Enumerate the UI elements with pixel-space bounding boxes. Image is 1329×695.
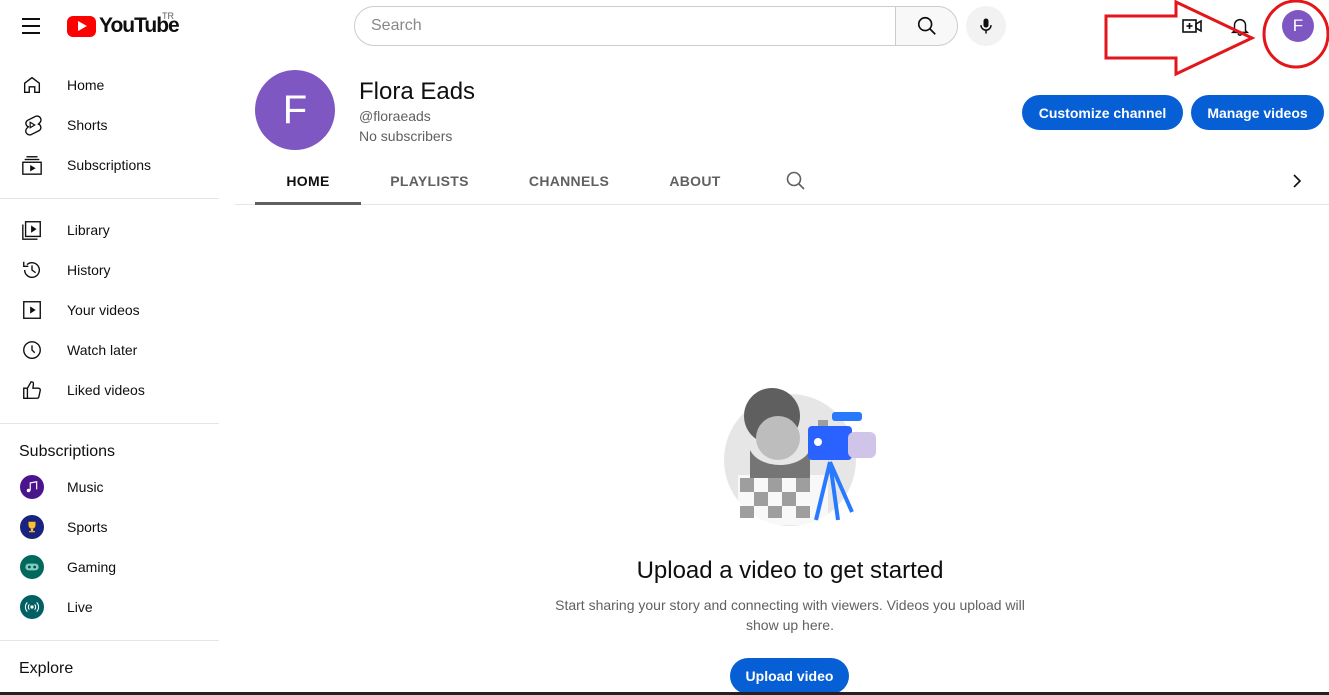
sidebar-item-label: Shorts (67, 117, 108, 133)
empty-state-description: Start sharing your story and connecting … (555, 597, 1025, 633)
subscription-label: Gaming (67, 559, 117, 575)
subscription-label: Sports (67, 519, 108, 535)
menu-icon-bar (22, 32, 40, 34)
subscriptions-heading: Subscriptions (19, 443, 116, 460)
watch-later-icon (20, 338, 44, 362)
sidebar-item-label: Watch later (67, 342, 138, 358)
sidebar-item-liked-videos[interactable]: Liked videos (12, 370, 212, 410)
sidebar-item-live[interactable]: Live (12, 587, 212, 627)
sidebar-item-watch-later[interactable]: Watch later (12, 330, 212, 370)
channel-name: Flora Eads (359, 78, 476, 105)
subscription-label: Live (67, 599, 93, 615)
voice-search-button[interactable] (966, 6, 1006, 46)
subscription-label: Music (67, 479, 104, 495)
tab-channels[interactable]: CHANNELS (511, 158, 627, 204)
sidebar-divider (0, 640, 219, 641)
search-input[interactable] (354, 6, 895, 46)
sidebar-item-home[interactable]: Home (12, 65, 212, 105)
live-channel-avatar (20, 595, 44, 619)
notifications-button[interactable] (1224, 10, 1256, 42)
home-icon (20, 73, 44, 97)
search-icon (917, 16, 936, 35)
channel-avatar: F (255, 70, 335, 150)
sidebar-item-gaming[interactable]: Gaming (12, 547, 212, 587)
top-bar: YouTube TR F (0, 0, 1329, 52)
trophy-icon (20, 515, 44, 539)
sidebar-item-label: History (67, 262, 111, 278)
subscriptions-icon (20, 153, 44, 177)
menu-icon-bar (22, 25, 40, 27)
gaming-channel-avatar (20, 555, 44, 579)
music-icon (20, 475, 44, 499)
microphone-icon (980, 18, 992, 34)
menu-icon-bar (22, 18, 40, 20)
sidebar-item-subscriptions[interactable]: Subscriptions (12, 145, 212, 185)
subscriber-count: No subscribers (359, 128, 453, 144)
sidebar-item-history[interactable]: History (12, 250, 212, 290)
shorts-icon (20, 113, 44, 137)
upload-illustration (724, 388, 876, 526)
search-bar (354, 6, 958, 46)
menu-button[interactable] (14, 10, 48, 42)
history-icon (20, 258, 44, 282)
sidebar: Home Shorts Subscriptions Library Histor… (0, 56, 220, 695)
customize-channel-button[interactable]: Customize channel (1022, 95, 1183, 130)
sidebar-item-label: Library (67, 222, 110, 238)
youtube-logo-icon (67, 15, 96, 37)
sidebar-item-label: Liked videos (67, 382, 145, 398)
sidebar-divider (0, 198, 219, 199)
sidebar-item-shorts[interactable]: Shorts (12, 105, 212, 145)
tab-playlists[interactable]: PLAYLISTS (372, 158, 487, 204)
create-button[interactable] (1176, 10, 1208, 42)
library-icon (20, 218, 44, 242)
channel-tabs: HOME PLAYLISTS CHANNELS ABOUT (235, 158, 1329, 205)
thumbs-up-icon (20, 378, 44, 402)
chevron-right-icon[interactable] (1285, 169, 1309, 193)
live-broadcast-icon (20, 595, 44, 619)
sidebar-item-label: Subscriptions (67, 157, 152, 173)
music-channel-avatar (20, 475, 44, 499)
country-code: TR (162, 11, 174, 21)
your-videos-icon (20, 298, 44, 322)
search-button[interactable] (895, 6, 958, 46)
sidebar-item-label: Your videos (67, 302, 140, 318)
sidebar-item-your-videos[interactable]: Your videos (12, 290, 212, 330)
search-icon[interactable] (784, 169, 808, 193)
sidebar-divider (0, 423, 219, 424)
upload-video-button[interactable]: Upload video (730, 658, 849, 694)
tab-about[interactable]: ABOUT (651, 158, 739, 204)
sidebar-item-library[interactable]: Library (12, 210, 212, 250)
account-avatar[interactable]: F (1282, 10, 1314, 42)
sidebar-item-sports[interactable]: Sports (12, 507, 212, 547)
manage-videos-button[interactable]: Manage videos (1191, 95, 1324, 130)
sports-channel-avatar (20, 515, 44, 539)
video-camera-plus-icon (1182, 19, 1202, 33)
sidebar-item-label: Home (67, 77, 105, 93)
tab-home[interactable]: HOME (255, 158, 361, 205)
bell-icon (1230, 18, 1250, 36)
channel-handle: @floraeads (359, 108, 431, 124)
empty-state-title: Upload a video to get started (636, 557, 944, 584)
gamepad-icon (20, 555, 44, 579)
sidebar-item-music[interactable]: Music (12, 467, 212, 507)
explore-heading: Explore (19, 660, 74, 677)
